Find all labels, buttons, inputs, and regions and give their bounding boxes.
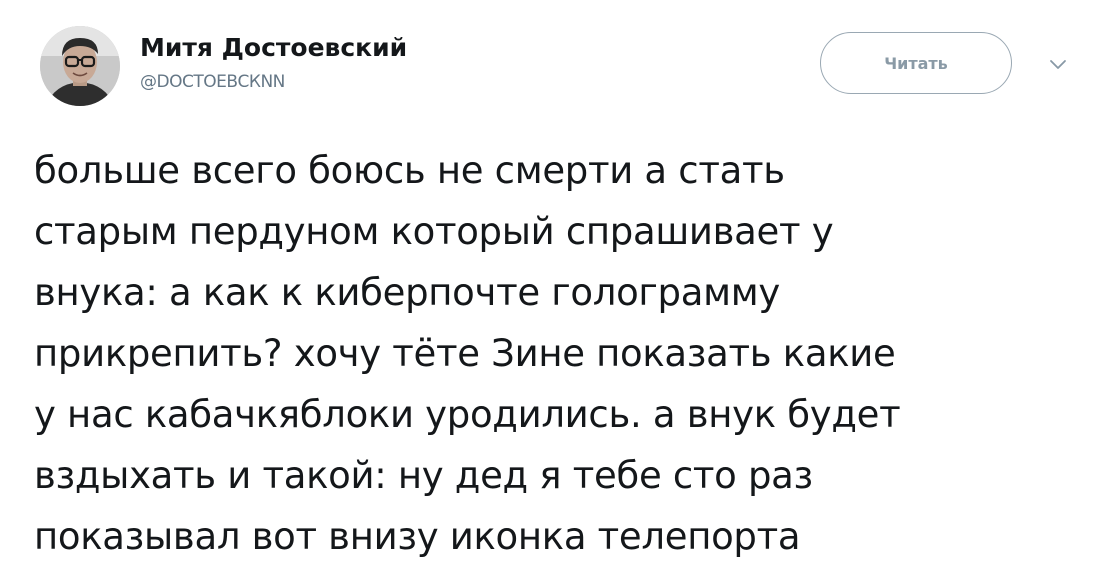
avatar[interactable] [40, 26, 120, 106]
tweet-text: больше всего боюсь не смерти а стать ста… [34, 140, 1104, 567]
tweet-text-line: прикрепить? хочу тёте Зине показать каки… [34, 332, 896, 375]
tweet-text-line: вздыхать и такой: ну дед я тебе сто раз [34, 454, 813, 497]
tweet-text-line: старым пердуном который спрашивает у [34, 210, 834, 253]
tweet-card: Митя Достоевский @DOСТОЕВСКNN Читать бол… [0, 0, 1120, 581]
user-names: Митя Достоевский @DOСТОЕВСКNN [140, 32, 407, 94]
tweet-text-line: показывал вот внизу иконка телепорта [34, 515, 801, 558]
tweet-text-line: больше всего боюсь не смерти а стать [34, 149, 785, 192]
tweet-header: Митя Достоевский @DOСТОЕВСКNN Читать [40, 26, 1100, 118]
user-handle[interactable]: @DOСТОЕВСКNN [140, 70, 407, 94]
chevron-down-icon [1050, 60, 1066, 69]
follow-button[interactable]: Читать [820, 32, 1012, 94]
display-name[interactable]: Митя Достоевский [140, 32, 407, 64]
tweet-text-line: внука: а как к киберпочте голограмму [34, 271, 780, 314]
tweet-text-line: у нас кабачкяблоки уродились. а внук буд… [34, 393, 901, 436]
avatar-photo-icon [40, 26, 120, 106]
more-options-caret[interactable] [1046, 56, 1070, 74]
